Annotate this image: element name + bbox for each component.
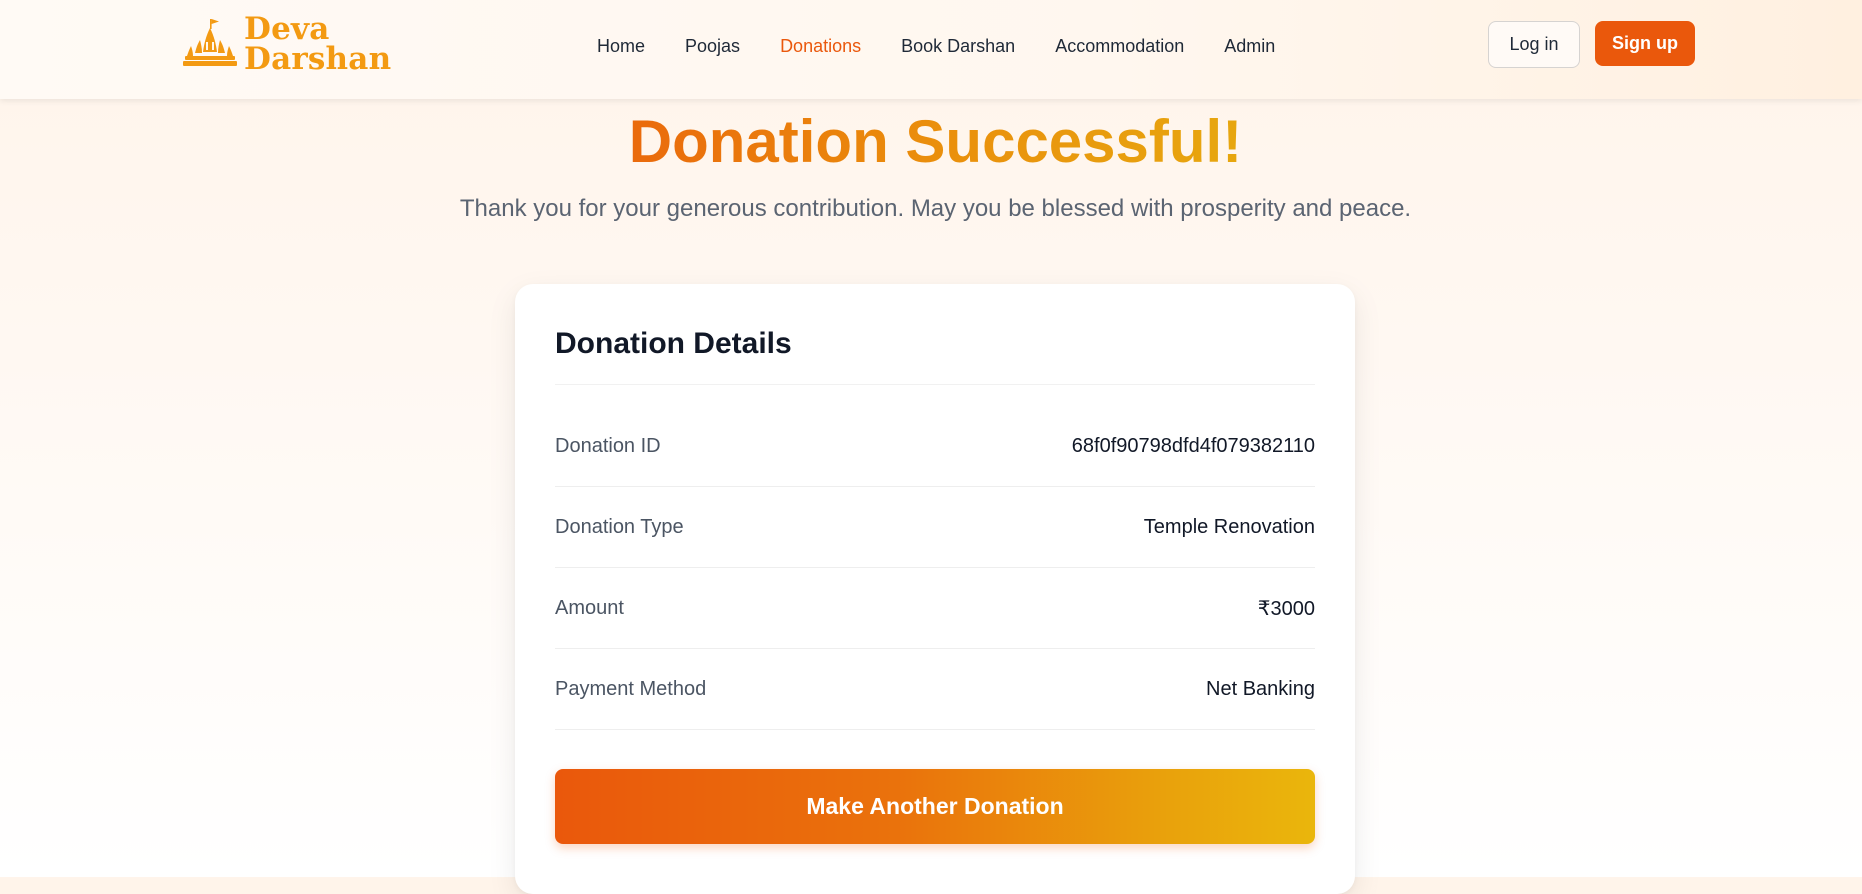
nav-home[interactable]: Home [597,33,645,59]
detail-row-amount: Amount ₹3000 [555,568,1315,649]
detail-label: Amount [555,596,624,619]
page-title: Donation Successful! [0,104,1862,180]
detail-label: Payment Method [555,677,707,700]
main-nav: Home Poojas Donations Book Darshan Accom… [597,33,1315,59]
nav-book-darshan[interactable]: Book Darshan [901,33,1015,59]
brand-line-2: Darshan [244,41,392,77]
detail-value: ₹3000 [1257,597,1315,620]
detail-value: Temple Renovation [1143,515,1315,538]
nav-admin[interactable]: Admin [1224,33,1275,59]
page-title-text: Donation Successful! [628,108,1243,175]
detail-row-donation-id: Donation ID 68f0f90798dfd4f079382110 [555,406,1315,487]
nav-donations[interactable]: Donations [780,33,861,59]
donation-details-card: Donation Details Donation ID 68f0f90798d… [515,284,1355,894]
brand-name: Deva Darshan [244,11,392,77]
top-navbar: Deva Darshan Home Poojas Donations Book … [0,0,1862,99]
make-another-donation-button[interactable]: Make Another Donation [555,769,1315,844]
nav-accommodation[interactable]: Accommodation [1055,33,1184,59]
login-button[interactable]: Log in [1488,21,1580,68]
card-divider [555,384,1315,385]
brand-line-1: Deva [244,11,330,47]
detail-row-donation-type: Donation Type Temple Renovation [555,487,1315,568]
detail-value: Net Banking [1206,677,1315,700]
detail-row-payment-method: Payment Method Net Banking [555,649,1315,730]
signup-button[interactable]: Sign up [1595,21,1695,66]
card-title: Donation Details [555,327,792,360]
detail-value: 68f0f90798dfd4f079382110 [1071,434,1315,457]
detail-label: Donation Type [555,515,684,538]
page-subtitle: Thank you for your generous contribution… [459,195,1412,222]
detail-label: Donation ID [555,434,661,457]
brand-logo[interactable]: Deva Darshan [182,11,392,77]
temple-icon [183,19,237,66]
nav-poojas[interactable]: Poojas [685,33,740,59]
